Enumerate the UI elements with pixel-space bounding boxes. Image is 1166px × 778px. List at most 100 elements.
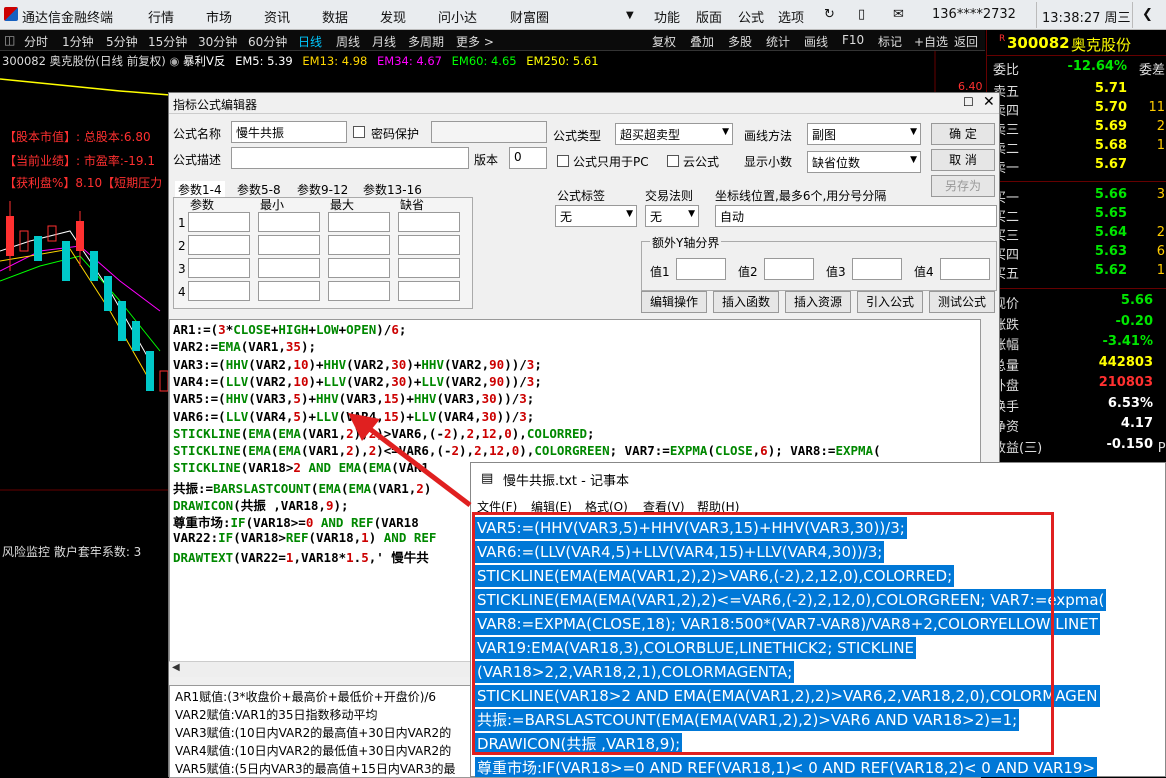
menu-gongneng[interactable]: 功能 [654, 7, 680, 26]
param-cell-input[interactable] [398, 235, 460, 255]
period-more[interactable]: 更多 > [456, 33, 494, 50]
param-cell-input[interactable] [328, 235, 390, 255]
account-label[interactable]: 136****2732 [932, 7, 1016, 22]
version-input[interactable]: 0 [509, 147, 547, 169]
val1-input[interactable] [676, 258, 726, 280]
ask-row[interactable]: 卖四 5.70 11 [987, 99, 1166, 119]
param-cell-input[interactable] [398, 281, 460, 301]
scroll-left-icon[interactable]: ◀ [172, 662, 180, 673]
param-cell-input[interactable] [398, 258, 460, 278]
cloud-checkbox[interactable] [667, 155, 679, 167]
stat-row[interactable]: 涨幅-3.41%最低 [987, 333, 1166, 353]
param-cell-input[interactable] [188, 281, 250, 301]
param-cell-input[interactable] [258, 212, 320, 232]
menu-shichang[interactable]: 市场 [206, 7, 232, 26]
period-fenshi[interactable]: 分时 [24, 33, 48, 50]
period-month[interactable]: 月线 [372, 33, 396, 50]
edit-ops-button[interactable]: 编辑操作 [641, 291, 707, 313]
tool-diejia[interactable]: 叠加 [690, 33, 714, 50]
ask-row[interactable]: 卖一 5.67 [987, 156, 1166, 176]
save-as-button[interactable]: 另存为 [931, 175, 995, 197]
period-30min[interactable]: 30分钟 [198, 33, 237, 50]
refresh-icon[interactable]: ↻ [824, 7, 835, 22]
val2-input[interactable] [764, 258, 814, 280]
tool-zixuan[interactable]: +自选 [914, 33, 948, 50]
tool-duogu[interactable]: 多股 [728, 33, 752, 50]
rule-select[interactable]: 无 ▼ [645, 205, 699, 227]
tool-tongji[interactable]: 统计 [766, 33, 790, 50]
menu-zixun[interactable]: 资讯 [264, 7, 290, 26]
formula-type-select[interactable]: 超买超卖型 ▼ [615, 123, 733, 145]
password-input[interactable] [431, 121, 547, 143]
draw-method-select[interactable]: 副图 ▼ [807, 123, 921, 145]
period-60min[interactable]: 60分钟 [248, 33, 287, 50]
decimals-select[interactable]: 缺省位数 ▼ [807, 151, 921, 173]
menu-caifuquan[interactable]: 财富圈 [510, 7, 549, 26]
ask-row[interactable]: 卖三 5.69 2 [987, 118, 1166, 138]
period-week[interactable]: 周线 [336, 33, 360, 50]
val3-input[interactable] [852, 258, 902, 280]
param-cell-input[interactable] [188, 235, 250, 255]
tool-fuquan[interactable]: 复权 [652, 33, 676, 50]
tag-select[interactable]: 无 ▼ [555, 205, 637, 227]
formula-name-input[interactable]: 慢牛共振 [231, 121, 347, 143]
param-cell-input[interactable] [258, 281, 320, 301]
ok-button[interactable]: 确 定 [931, 123, 995, 145]
chevron-down-icon[interactable]: ▼ [626, 10, 634, 21]
stat-row[interactable]: 总量442803量比 [987, 354, 1166, 374]
ask-row[interactable]: 卖二 5.68 1 [987, 137, 1166, 157]
bid-row[interactable]: 买三 5.64 2 [987, 224, 1166, 244]
mail-icon[interactable]: ✉ [893, 7, 904, 22]
tool-f10[interactable]: F10 [842, 33, 864, 47]
period-multi[interactable]: 多周期 [408, 33, 444, 50]
param-cell-input[interactable] [398, 212, 460, 232]
period-5min[interactable]: 5分钟 [106, 33, 138, 50]
param-cell-input[interactable] [328, 281, 390, 301]
menu-faxian[interactable]: 发现 [380, 7, 406, 26]
tool-fanhui[interactable]: 返回 [954, 33, 978, 50]
indicator-name[interactable]: 暴利V反 [183, 54, 225, 68]
menu-wenxiaoda[interactable]: 问小达 [438, 7, 477, 26]
bid-row[interactable]: 买二 5.65 [987, 205, 1166, 225]
test-formula-button[interactable]: 测试公式 [929, 291, 995, 313]
dialog-titlebar[interactable]: 指标公式编辑器 ☐ ✕ [169, 93, 999, 114]
axis-input[interactable]: 自动 [715, 205, 997, 227]
back-arrow-icon[interactable]: ❮ [1142, 7, 1153, 22]
bid-row[interactable]: 买五 5.62 1 [987, 262, 1166, 282]
panel-toggle-icon[interactable]: ◫ [4, 33, 15, 47]
notepad-titlebar[interactable]: ▤ 慢牛共振.txt - 记事本 [471, 463, 1165, 493]
param-cell-input[interactable] [188, 212, 250, 232]
period-day[interactable]: 日线 [298, 33, 322, 50]
period-1min[interactable]: 1分钟 [62, 33, 94, 50]
pc-only-checkbox[interactable] [557, 155, 569, 167]
insert-resource-button[interactable]: 插入资源 [785, 291, 851, 313]
stat-row[interactable]: 涨跌-0.20最高 [987, 313, 1166, 333]
menu-banmian[interactable]: 版面 [696, 7, 722, 26]
maximize-icon[interactable]: ☐ [963, 95, 974, 109]
import-formula-button[interactable]: 引入公式 [857, 291, 923, 313]
insert-function-button[interactable]: 插入函数 [713, 291, 779, 313]
val4-input[interactable] [940, 258, 990, 280]
tool-huaxian[interactable]: 画线 [804, 33, 828, 50]
menu-xuanxiang[interactable]: 选项 [778, 7, 804, 26]
ask-row[interactable]: 卖五 5.71 [987, 80, 1166, 100]
tool-biaoji[interactable]: 标记 [878, 33, 902, 50]
bid-row[interactable]: 买四 5.63 6 [987, 243, 1166, 263]
stat-row[interactable]: 净资4.17流通 [987, 415, 1166, 435]
stat-row[interactable]: 换手6.53%股本 [987, 395, 1166, 415]
bid-row[interactable]: 买一 5.66 3 [987, 186, 1166, 206]
indicator-gear-icon[interactable]: ◉ [169, 54, 183, 68]
menu-hangqing[interactable]: 行情 [148, 7, 174, 26]
cancel-button[interactable]: 取 消 [931, 149, 995, 171]
stat-row[interactable]: 收益(三) -0.150 PE(动) [987, 436, 1166, 456]
param-cell-input[interactable] [188, 258, 250, 278]
close-icon[interactable]: ✕ [983, 94, 995, 110]
formula-desc-input[interactable] [231, 147, 469, 169]
param-cell-input[interactable] [258, 235, 320, 255]
password-checkbox[interactable] [353, 126, 365, 138]
param-cell-input[interactable] [258, 258, 320, 278]
stat-row[interactable]: 现价5.66今开 [987, 292, 1166, 312]
period-15min[interactable]: 15分钟 [148, 33, 187, 50]
param-cell-input[interactable] [328, 258, 390, 278]
menu-shuju[interactable]: 数据 [322, 7, 348, 26]
